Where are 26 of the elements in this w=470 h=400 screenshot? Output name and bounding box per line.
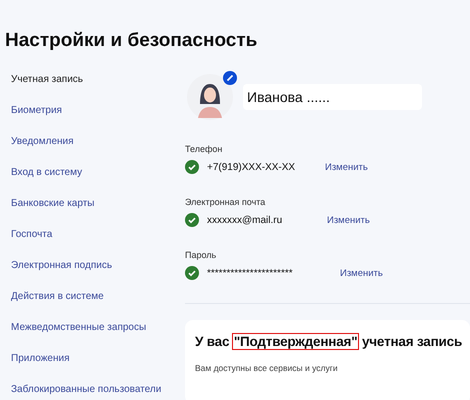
edit-icon[interactable] bbox=[223, 71, 237, 85]
sidebar-item[interactable]: Межведомственные запросы bbox=[5, 322, 181, 353]
status-subtitle: Вам доступны все сервисы и услуги bbox=[195, 363, 339, 373]
change-link[interactable]: Изменить bbox=[327, 214, 370, 226]
change-link[interactable]: Изменить bbox=[325, 162, 368, 172]
field-value: xxxxxxx@mail.ru bbox=[207, 214, 284, 226]
sidebar-item[interactable]: Госпочта bbox=[5, 229, 181, 260]
page-title: Настройки и безопасность bbox=[5, 30, 258, 53]
sidebar-item[interactable]: Банковские карты bbox=[5, 198, 181, 229]
status-heading: У вас "Подтвержденная" учетная запись bbox=[195, 334, 464, 349]
sidebar-item[interactable]: Вход в систему bbox=[5, 167, 181, 198]
field-label: Пароль bbox=[185, 250, 218, 260]
field-label: Телефон bbox=[185, 144, 224, 154]
user-name: Иванова ...... bbox=[243, 84, 422, 110]
field-value: +7(919)XXX-XX-XX bbox=[207, 162, 296, 172]
sidebar-item[interactable]: Приложения bbox=[5, 353, 181, 384]
change-link[interactable]: Изменить bbox=[340, 268, 383, 278]
sidebar-item[interactable]: Электронная подпись bbox=[5, 260, 181, 291]
sidebar-item[interactable]: Заблокированные пользователи bbox=[5, 384, 181, 400]
avatar-icon[interactable] bbox=[187, 74, 233, 120]
sidebar-item[interactable]: Действия в системе bbox=[5, 291, 181, 322]
sidebar-item[interactable]: Биометрия bbox=[5, 105, 181, 136]
sidebar-item[interactable]: Уведомления bbox=[5, 136, 181, 167]
field-value: ********************** bbox=[207, 268, 294, 278]
sidebar-item[interactable]: Учетная запись bbox=[5, 74, 181, 105]
field-label: Электронная почта bbox=[185, 197, 266, 207]
